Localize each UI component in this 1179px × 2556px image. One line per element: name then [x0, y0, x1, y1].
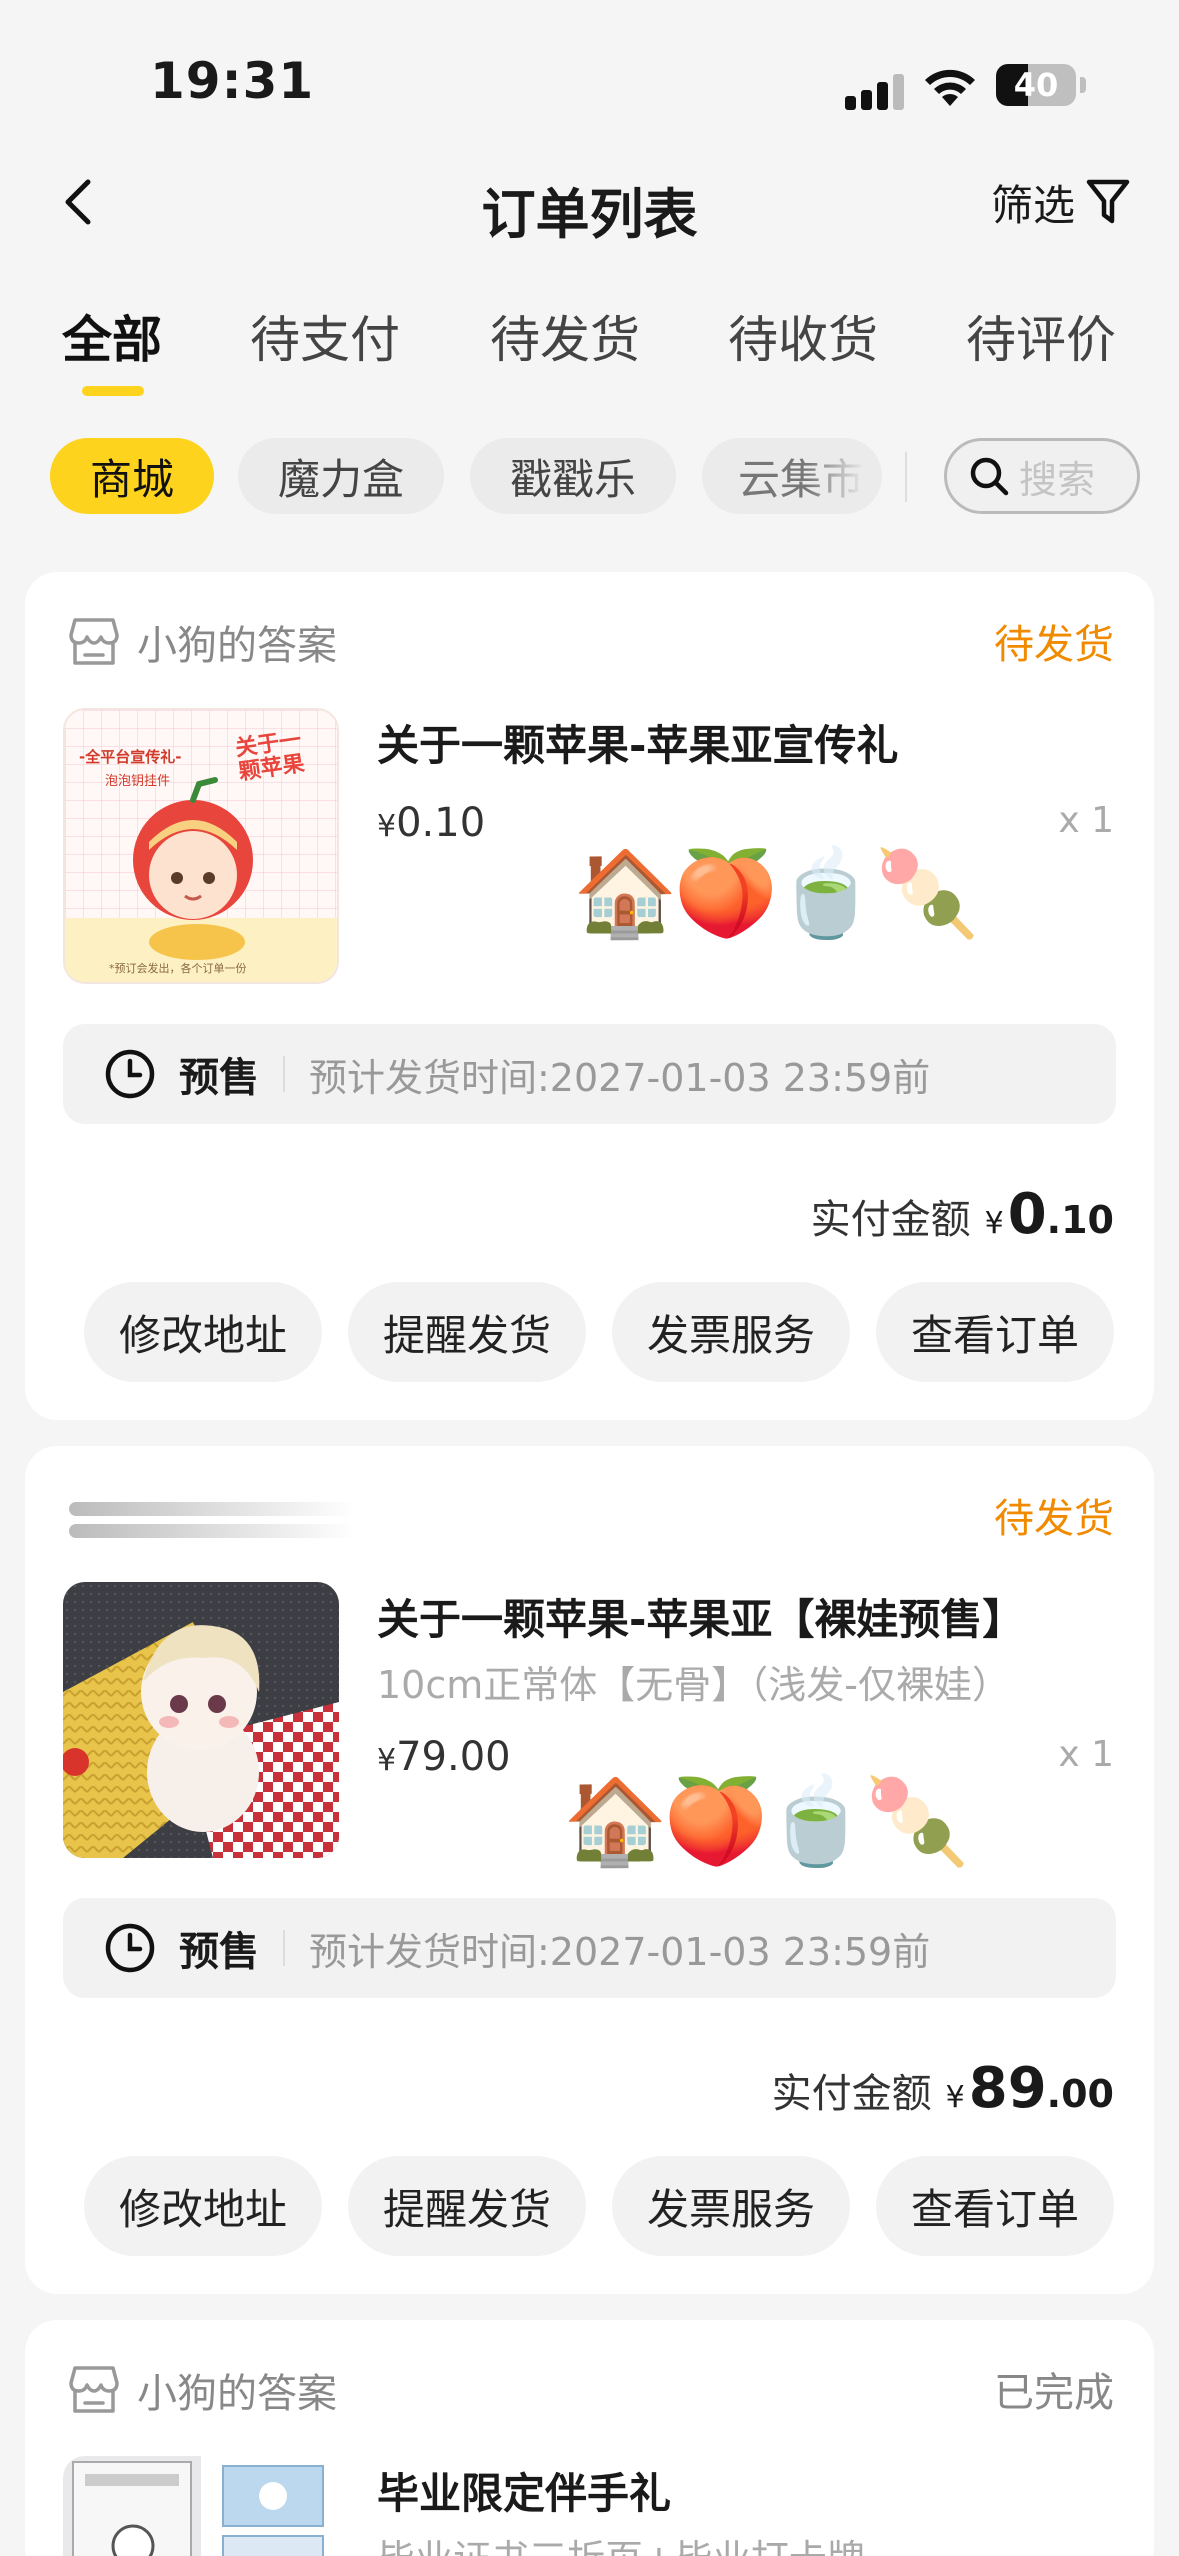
filter-label: 筛选	[990, 180, 1075, 230]
status-bar: 19:31 40	[0, 0, 1179, 150]
product-title[interactable]: 关于一颗苹果-苹果亚宣传礼	[377, 712, 898, 773]
order-actions: 修改地址 提醒发货 发票服务 查看订单	[84, 2156, 1114, 2256]
total-label: 实付金额	[771, 2071, 932, 2117]
tab-pending-receipt[interactable]: 待收货	[728, 300, 878, 372]
presale-label: 预售	[179, 1929, 259, 1975]
product-price: ¥0.10	[377, 800, 485, 846]
shop-row[interactable]: 小狗的答案	[65, 2360, 337, 2420]
thumb-footnote: *预订会发出，各个订单一份	[109, 962, 247, 975]
presale-separator	[283, 1056, 285, 1092]
battery-percent: 40	[1013, 66, 1059, 104]
view-order-button[interactable]: 查看订单	[876, 2156, 1114, 2256]
product-quantity: x 1	[1058, 800, 1114, 841]
product-thumbnail[interactable]	[63, 1582, 339, 1858]
tab-pending-payment[interactable]: 待支付	[250, 300, 400, 372]
price-value: 79.00	[396, 1734, 511, 1780]
funnel-icon	[1086, 179, 1130, 224]
total-currency: ¥	[945, 2080, 965, 2115]
product-thumbnail-secondary[interactable]	[215, 2456, 339, 2556]
shop-name: 小狗的答案	[137, 623, 337, 669]
tab-active-indicator	[82, 386, 144, 396]
order-status: 已完成	[994, 2370, 1114, 2416]
product-thumbnail[interactable]	[63, 2456, 201, 2556]
nav-bar: 订单列表 筛选	[0, 150, 1179, 260]
product-image	[222, 2465, 324, 2556]
chip-divider	[905, 452, 907, 502]
tab-all[interactable]: 全部	[62, 300, 162, 372]
tab-pending-shipment[interactable]: 待发货	[490, 300, 640, 372]
product-emoji-tags: 🏠🍑🍵🍡	[563, 1772, 969, 1870]
remind-shipment-button[interactable]: 提醒发货	[348, 1282, 586, 1382]
chip-poke-fun[interactable]: 戳戳乐	[470, 438, 676, 514]
shop-row[interactable]: 小狗的答案	[65, 612, 337, 672]
order-status: 待发货	[994, 622, 1114, 668]
shop-icon	[69, 618, 119, 665]
order-total: 实付金额 ¥ 89 .00	[772, 2056, 1114, 2121]
shop-name: 小狗的答案	[137, 2371, 337, 2417]
chip-cloud-market-label: 云集市	[738, 454, 865, 504]
invoice-service-button[interactable]: 发票服务	[612, 2156, 850, 2256]
thumb-caption: 泡泡钥挂件	[105, 774, 171, 789]
price-currency: ¥	[377, 1743, 397, 1778]
total-label: 实付金额	[810, 1197, 971, 1243]
battery-icon: 40	[996, 64, 1076, 106]
product-image	[72, 2461, 192, 2556]
product-emoji-tags: 🏠🍑🍵🍡	[573, 844, 979, 942]
status-time: 19:31	[150, 52, 315, 110]
product-image	[63, 1582, 339, 1858]
modify-address-button[interactable]: 修改地址	[84, 1282, 322, 1382]
product-variant: 毕业证书三折页+毕业打卡牌	[377, 2528, 865, 2556]
order-status: 待发货	[994, 1496, 1114, 1542]
product-variant: 10cm正常体【无骨】（浅发-仅裸娃）	[377, 1663, 1010, 1707]
clock-icon	[105, 1049, 155, 1099]
product-thumbnail[interactable]: -全平台宣传礼- 泡泡钥挂件 关于一颗苹果 *预订会发出，各个订单一份	[63, 708, 339, 984]
presale-banner: 预售 预计发货时间:2027-01-03 23:59前	[63, 1898, 1116, 1998]
total-integer: 89	[968, 2056, 1047, 2121]
battery-tip	[1080, 77, 1086, 93]
order-card[interactable]: 待发货 关于一颗苹果-苹果亚【裸娃预售】 10cm正常体【无骨】（浅发-仅裸娃）…	[25, 1446, 1154, 2294]
product-title[interactable]: 毕业限定伴手礼	[377, 2460, 671, 2521]
invoice-service-button[interactable]: 发票服务	[612, 1282, 850, 1382]
chip-mall[interactable]: 商城	[50, 438, 214, 514]
product-quantity: x 1	[1058, 1734, 1114, 1775]
remind-shipment-button[interactable]: 提醒发货	[348, 2156, 586, 2256]
search-input[interactable]: 搜索	[944, 438, 1140, 514]
clock-icon	[105, 1923, 155, 1973]
category-chips: 商城 魔力盒 戳戳乐 云集市 搜索	[0, 438, 1179, 518]
presale-banner: 预售 预计发货时间:2027-01-03 23:59前	[63, 1024, 1116, 1124]
shop-icon	[69, 2366, 119, 2413]
filter-button[interactable]: 筛选	[991, 172, 1131, 232]
modify-address-button[interactable]: 修改地址	[84, 2156, 322, 2256]
presale-label: 预售	[179, 1055, 259, 1101]
order-card[interactable]: 小狗的答案 已完成 毕业限定伴手礼 毕业证书三折页+毕业打卡牌	[25, 2320, 1154, 2556]
order-total: 实付金额 ¥ 0 .10	[811, 1182, 1114, 1247]
search-placeholder: 搜索	[1019, 457, 1096, 502]
presale-separator	[283, 1930, 285, 1966]
tab-pending-review[interactable]: 待评价	[966, 300, 1116, 372]
order-tabs: 全部 待支付 待发货 待收货 待评价	[0, 300, 1179, 400]
thumb-caption: -全平台宣传礼-	[79, 748, 182, 766]
search-icon	[970, 457, 1009, 496]
price-currency: ¥	[377, 809, 397, 844]
product-title[interactable]: 关于一颗苹果-苹果亚【裸娃预售】	[377, 1586, 1024, 1647]
presale-ship-date: 预计发货时间:2027-01-03 23:59前	[309, 1929, 931, 1974]
total-decimal: .00	[1046, 2072, 1114, 2116]
product-price: ¥79.00	[377, 1734, 511, 1780]
chip-magic-box[interactable]: 魔力盒	[238, 438, 444, 514]
total-integer: 0	[1007, 1182, 1047, 1247]
total-currency: ¥	[984, 1206, 1004, 1241]
price-value: 0.10	[396, 800, 486, 846]
cellular-signal-icon	[845, 70, 905, 110]
view-order-button[interactable]: 查看订单	[876, 1282, 1114, 1382]
shop-name-redacted	[69, 1502, 355, 1538]
chip-cloud-market[interactable]: 云集市	[702, 438, 882, 514]
presale-ship-date: 预计发货时间:2027-01-03 23:59前	[309, 1055, 931, 1100]
wifi-icon	[925, 69, 975, 106]
order-card[interactable]: 小狗的答案 待发货 -全平台宣传礼- 泡泡钥挂件 关于一颗苹果 *预订会发出，各…	[25, 572, 1154, 1420]
order-actions: 修改地址 提醒发货 发票服务 查看订单	[84, 1282, 1114, 1382]
total-decimal: .10	[1046, 1198, 1114, 1242]
